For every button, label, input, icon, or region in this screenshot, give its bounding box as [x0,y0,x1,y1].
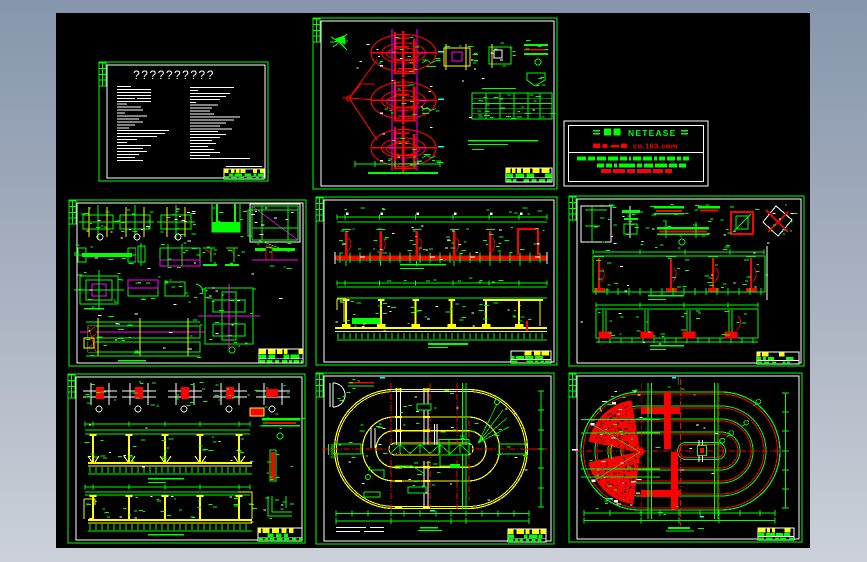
svg-text:NETEASE: NETEASE [628,128,677,138]
svg-text:??????????: ?????????? [133,68,215,82]
svg-text:co.163.com: co.163.com [633,142,678,151]
